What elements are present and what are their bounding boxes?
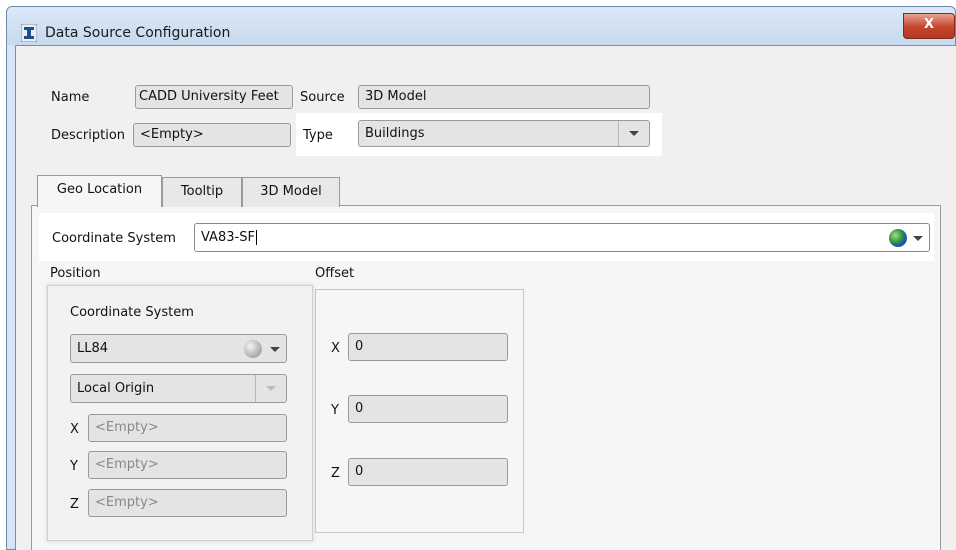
offset-y-label: Y	[331, 403, 339, 418]
description-label: Description	[51, 128, 126, 143]
origin-select-value: Local Origin	[77, 381, 155, 396]
app-logo-icon	[21, 24, 37, 42]
source-label: Source	[300, 90, 345, 105]
position-y-field[interactable]: <Empty>	[88, 451, 287, 479]
position-y-label: Y	[70, 459, 78, 474]
origin-select[interactable]: Local Origin	[70, 374, 287, 403]
text-cursor	[255, 230, 257, 245]
tab-tooltip[interactable]: Tooltip	[162, 177, 242, 207]
window-title: Data Source Configuration	[45, 25, 231, 41]
dialog-window: Data Source Configuration X Name CADD Un…	[0, 0, 956, 550]
offset-z-field[interactable]: 0	[348, 458, 508, 486]
offset-x-field[interactable]: 0	[348, 333, 508, 361]
position-coordinate-system-select[interactable]: LL84	[70, 334, 287, 363]
type-label: Type	[303, 128, 333, 143]
description-field[interactable]: <Empty>	[133, 123, 291, 147]
type-select[interactable]: Buildings	[358, 120, 650, 147]
name-field[interactable]: CADD University Feet	[135, 85, 293, 109]
coordinate-system-value: VA83-SF	[201, 230, 255, 245]
position-label: Position	[50, 266, 101, 281]
position-z-field[interactable]: <Empty>	[88, 489, 287, 517]
name-label: Name	[51, 90, 90, 105]
chevron-down-icon[interactable]	[255, 375, 286, 402]
type-select-value: Buildings	[365, 126, 425, 141]
globe-icon[interactable]	[244, 340, 262, 358]
position-z-label: Z	[70, 497, 79, 512]
position-coordinate-system-label: Coordinate System	[70, 305, 194, 320]
globe-icon[interactable]	[889, 229, 907, 247]
chevron-down-icon[interactable]	[913, 235, 923, 251]
position-x-field[interactable]: <Empty>	[88, 414, 287, 442]
offset-label: Offset	[315, 266, 355, 281]
offset-z-label: Z	[331, 466, 340, 481]
offset-x-label: X	[331, 341, 340, 356]
tab-geo-location[interactable]: Geo Location	[37, 175, 162, 207]
offset-y-field[interactable]: 0	[348, 395, 508, 423]
title-bar[interactable]: Data Source Configuration X	[7, 7, 955, 45]
chevron-down-icon[interactable]	[618, 121, 649, 146]
coordinate-system-field[interactable]: VA83-SF	[194, 223, 930, 252]
chevron-down-icon[interactable]	[270, 346, 280, 362]
position-coordinate-system-value: LL84	[77, 341, 109, 356]
tab-3d-model[interactable]: 3D Model	[242, 177, 340, 207]
close-button[interactable]: X	[903, 13, 955, 39]
coordinate-system-label: Coordinate System	[52, 231, 176, 246]
position-x-label: X	[70, 422, 79, 437]
source-field[interactable]: 3D Model	[358, 85, 650, 109]
